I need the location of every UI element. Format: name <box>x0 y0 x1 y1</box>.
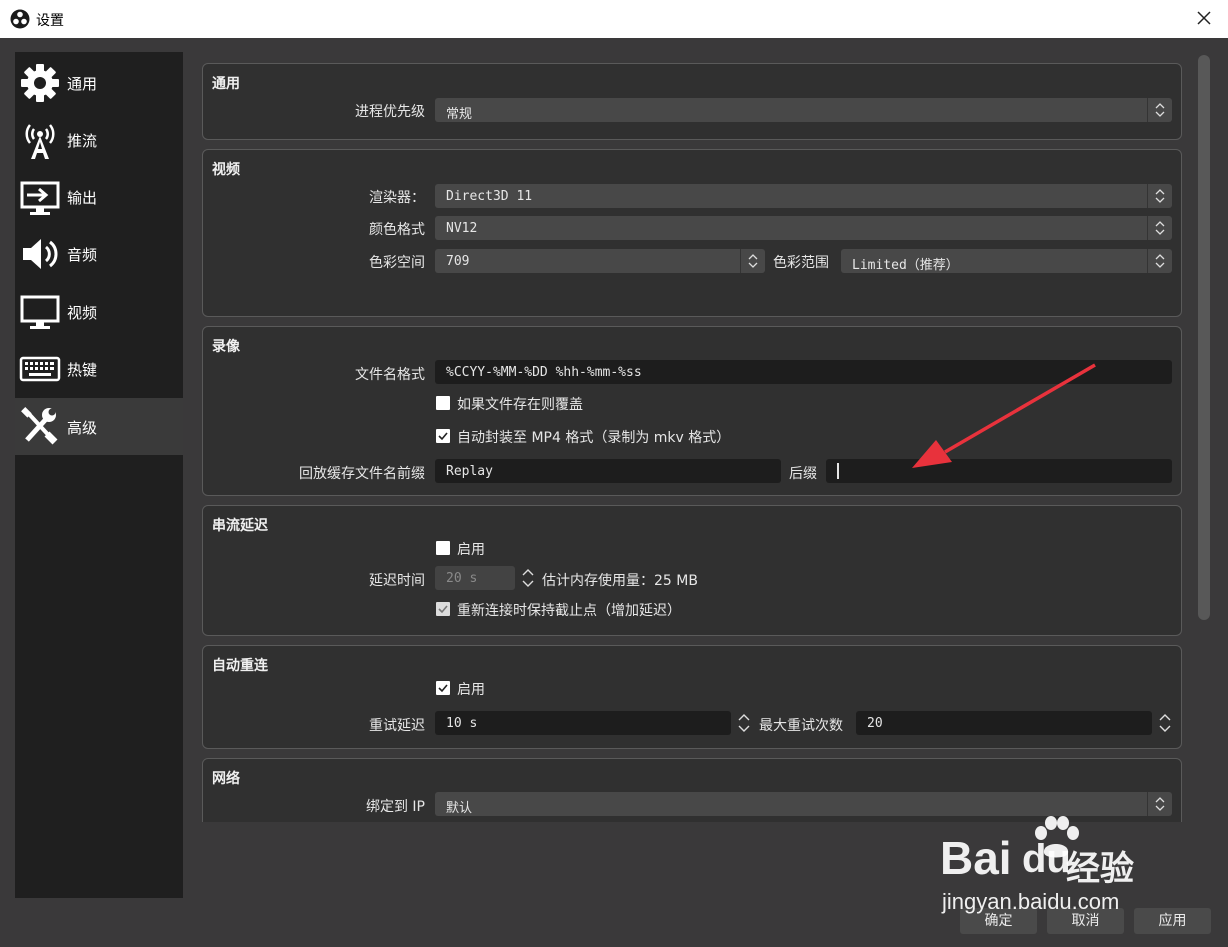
advanced-settings-panel: 通用 进程优先级 常规 视频 渲染器： Direct3D 11 颜色格式 NV1… <box>190 52 1190 822</box>
chevron-updown-icon <box>1147 98 1165 122</box>
replay-prefix-input[interactable]: Replay <box>435 459 781 483</box>
bind-ip-label: 绑定到 IP <box>365 799 425 815</box>
bind-ip-select[interactable]: 默认 <box>435 792 1172 816</box>
max-retries-spinbox[interactable]: 20 <box>856 711 1171 735</box>
preserve-cutoff-label: 重新连接时保持截止点（增加延迟） <box>457 603 681 619</box>
delay-time-spinbox[interactable]: 20 s <box>435 566 534 590</box>
sidebar-item-label: 推流 <box>67 132 98 150</box>
sidebar-item-output[interactable]: 输出 <box>15 168 183 225</box>
title-bar: 设置 <box>0 0 1228 38</box>
overwrite-label: 如果文件存在则覆盖 <box>457 397 583 413</box>
color-space-select[interactable]: 709 <box>435 249 765 273</box>
renderer-label: 渲染器： <box>369 190 425 206</box>
vertical-scrollbar[interactable] <box>1198 55 1210 620</box>
overwrite-checkbox[interactable] <box>436 396 450 410</box>
process-priority-label: 进程优先级 <box>355 104 425 120</box>
suffix-label: 后缀 <box>789 466 817 482</box>
watermark-url: jingyan.baidu.com <box>942 889 1120 914</box>
chevron-updown-icon <box>1147 249 1165 273</box>
sidebar-item-general[interactable]: 通用 <box>15 54 183 111</box>
group-network: 网络 绑定到 IP 默认 <box>202 758 1182 822</box>
checkmark-icon <box>438 684 448 693</box>
sidebar-item-label: 热键 <box>67 361 98 379</box>
chevron-up-icon[interactable] <box>1156 711 1174 723</box>
stream-delay-enable-label: 启用 <box>457 542 485 558</box>
sidebar-item-label: 音频 <box>67 246 98 264</box>
keyboard-icon <box>19 356 61 382</box>
broadcast-icon <box>25 124 55 159</box>
gear-icon <box>21 64 59 102</box>
close-icon[interactable] <box>1190 4 1218 32</box>
color-space-label: 色彩空间 <box>369 255 425 271</box>
preserve-cutoff-checkbox[interactable] <box>436 602 450 616</box>
checkmark-icon <box>438 432 448 441</box>
max-retries-label: 最大重试次数 <box>759 718 843 734</box>
tools-icon <box>21 407 58 445</box>
text-caret <box>837 463 839 479</box>
group-video: 视频 渲染器： Direct3D 11 颜色格式 NV12 色彩空间 709 色… <box>202 149 1182 317</box>
color-range-label: 色彩范围 <box>773 255 829 271</box>
group-title: 网络 <box>212 771 240 787</box>
watermark-product: 经验 <box>1066 849 1134 889</box>
stream-delay-enable-checkbox[interactable] <box>436 541 450 555</box>
group-title: 自动重连 <box>212 658 268 674</box>
checkmark-icon <box>438 605 448 614</box>
delay-time-label: 延迟时间 <box>369 573 425 589</box>
sidebar-item-hotkeys[interactable]: 热键 <box>15 340 183 397</box>
sidebar-item-video[interactable]: 视频 <box>15 283 183 340</box>
chevron-updown-icon <box>1147 216 1165 240</box>
group-title: 串流延迟 <box>212 518 268 534</box>
monitor-icon <box>20 295 60 329</box>
replay-suffix-input[interactable] <box>826 459 1172 483</box>
auto-remux-label: 自动封装至 MP4 格式（录制为 mkv 格式） <box>457 430 731 446</box>
sidebar-item-label: 输出 <box>67 189 98 207</box>
group-title: 通用 <box>212 76 240 92</box>
window-title: 设置 <box>36 13 64 29</box>
reconnect-enable-checkbox[interactable] <box>436 681 450 695</box>
chevron-down-icon[interactable] <box>735 723 753 735</box>
color-format-label: 颜色格式 <box>369 222 425 238</box>
sidebar-item-audio[interactable]: 音频 <box>15 225 183 282</box>
chevron-updown-icon <box>740 249 758 273</box>
group-title: 视频 <box>212 162 240 178</box>
group-auto-reconnect: 自动重连 启用 重试延迟 10 s 最大重试次数 20 <box>202 645 1182 749</box>
watermark-brand: Bai <box>940 832 1012 884</box>
group-stream-delay: 串流延迟 启用 延迟时间 20 s 估计内存使用量：25 MB 重新连接时保持截… <box>202 505 1182 636</box>
color-format-select[interactable]: NV12 <box>435 216 1172 240</box>
auto-remux-checkbox[interactable] <box>436 429 450 443</box>
filename-format-input[interactable]: %CCYY-%MM-%DD %hh-%mm-%ss <box>435 360 1172 384</box>
memory-usage-label: 估计内存使用量：25 MB <box>542 573 698 589</box>
color-range-select[interactable]: Limited（推荐） <box>841 249 1172 273</box>
watermark-brand-suffix: du <box>1022 837 1071 881</box>
baidu-jingyan-watermark: Bai du 经验 jingyan.baidu.com <box>940 815 1160 925</box>
reconnect-enable-label: 启用 <box>457 682 485 698</box>
replay-prefix-label: 回放缓存文件名前缀 <box>299 466 425 482</box>
chevron-updown-icon <box>1147 184 1165 208</box>
output-icon <box>20 181 60 215</box>
group-general: 通用 进程优先级 常规 <box>202 63 1182 140</box>
retry-delay-spinbox[interactable]: 10 s <box>435 711 750 735</box>
chevron-up-icon[interactable] <box>735 711 753 723</box>
chevron-down-icon[interactable] <box>519 578 537 590</box>
sidebar-item-advanced[interactable]: 高级 <box>15 398 183 455</box>
sidebar-item-stream[interactable]: 推流 <box>15 111 183 168</box>
settings-sidebar: 通用 推流 输出 音频 视频 热键 高级 <box>15 52 183 898</box>
process-priority-select[interactable]: 常规 <box>435 98 1172 122</box>
group-recording: 录像 文件名格式 %CCYY-%MM-%DD %hh-%mm-%ss 如果文件存… <box>202 326 1182 496</box>
obs-logo-icon <box>10 9 30 29</box>
group-title: 录像 <box>212 339 240 355</box>
renderer-select[interactable]: Direct3D 11 <box>435 184 1172 208</box>
sidebar-item-label: 视频 <box>67 304 98 322</box>
retry-delay-label: 重试延迟 <box>369 718 425 734</box>
chevron-down-icon[interactable] <box>1156 723 1174 735</box>
chevron-up-icon[interactable] <box>519 566 537 578</box>
filename-format-label: 文件名格式 <box>355 367 425 383</box>
speaker-icon <box>23 239 58 269</box>
chevron-updown-icon <box>1147 792 1165 816</box>
sidebar-item-label: 高级 <box>67 419 98 437</box>
sidebar-item-label: 通用 <box>67 75 98 93</box>
